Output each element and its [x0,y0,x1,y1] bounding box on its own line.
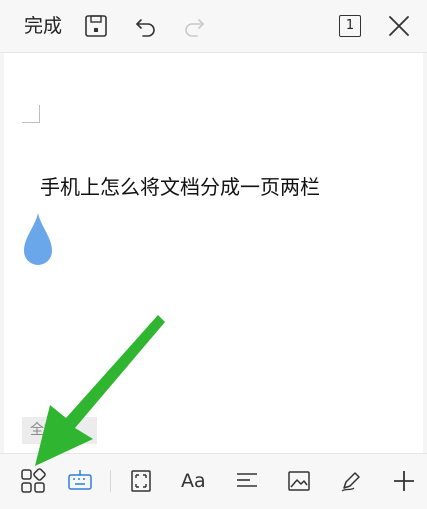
done-button[interactable]: 完成 [24,13,62,39]
redo-icon[interactable] [180,12,208,40]
document-title-text[interactable]: 手机上怎么将文档分成一页两栏 [40,173,320,201]
undo-icon[interactable] [132,12,160,40]
page-corner-mark [22,105,40,123]
align-icon[interactable] [234,468,260,494]
close-icon[interactable] [385,12,413,40]
pen-icon[interactable] [338,468,364,494]
top-toolbar: 完成 1 [0,0,427,53]
document-canvas[interactable]: 手机上怎么将文档分成一页两栏 全文 [4,53,423,453]
bottom-toolbar: Aa [0,453,427,509]
save-icon[interactable] [82,12,110,40]
grid-icon[interactable] [20,468,46,494]
plus-icon[interactable] [391,468,417,494]
image-icon[interactable] [286,468,312,494]
keyboard-icon[interactable] [67,468,93,494]
page-count-button[interactable]: 1 [339,15,361,37]
fullscreen-icon[interactable] [128,468,154,494]
text-cursor-handle-icon[interactable] [22,211,54,267]
toolbar-divider [110,470,111,492]
fulltext-button[interactable]: 全文 [22,417,97,444]
font-button[interactable]: Aa [181,468,206,494]
